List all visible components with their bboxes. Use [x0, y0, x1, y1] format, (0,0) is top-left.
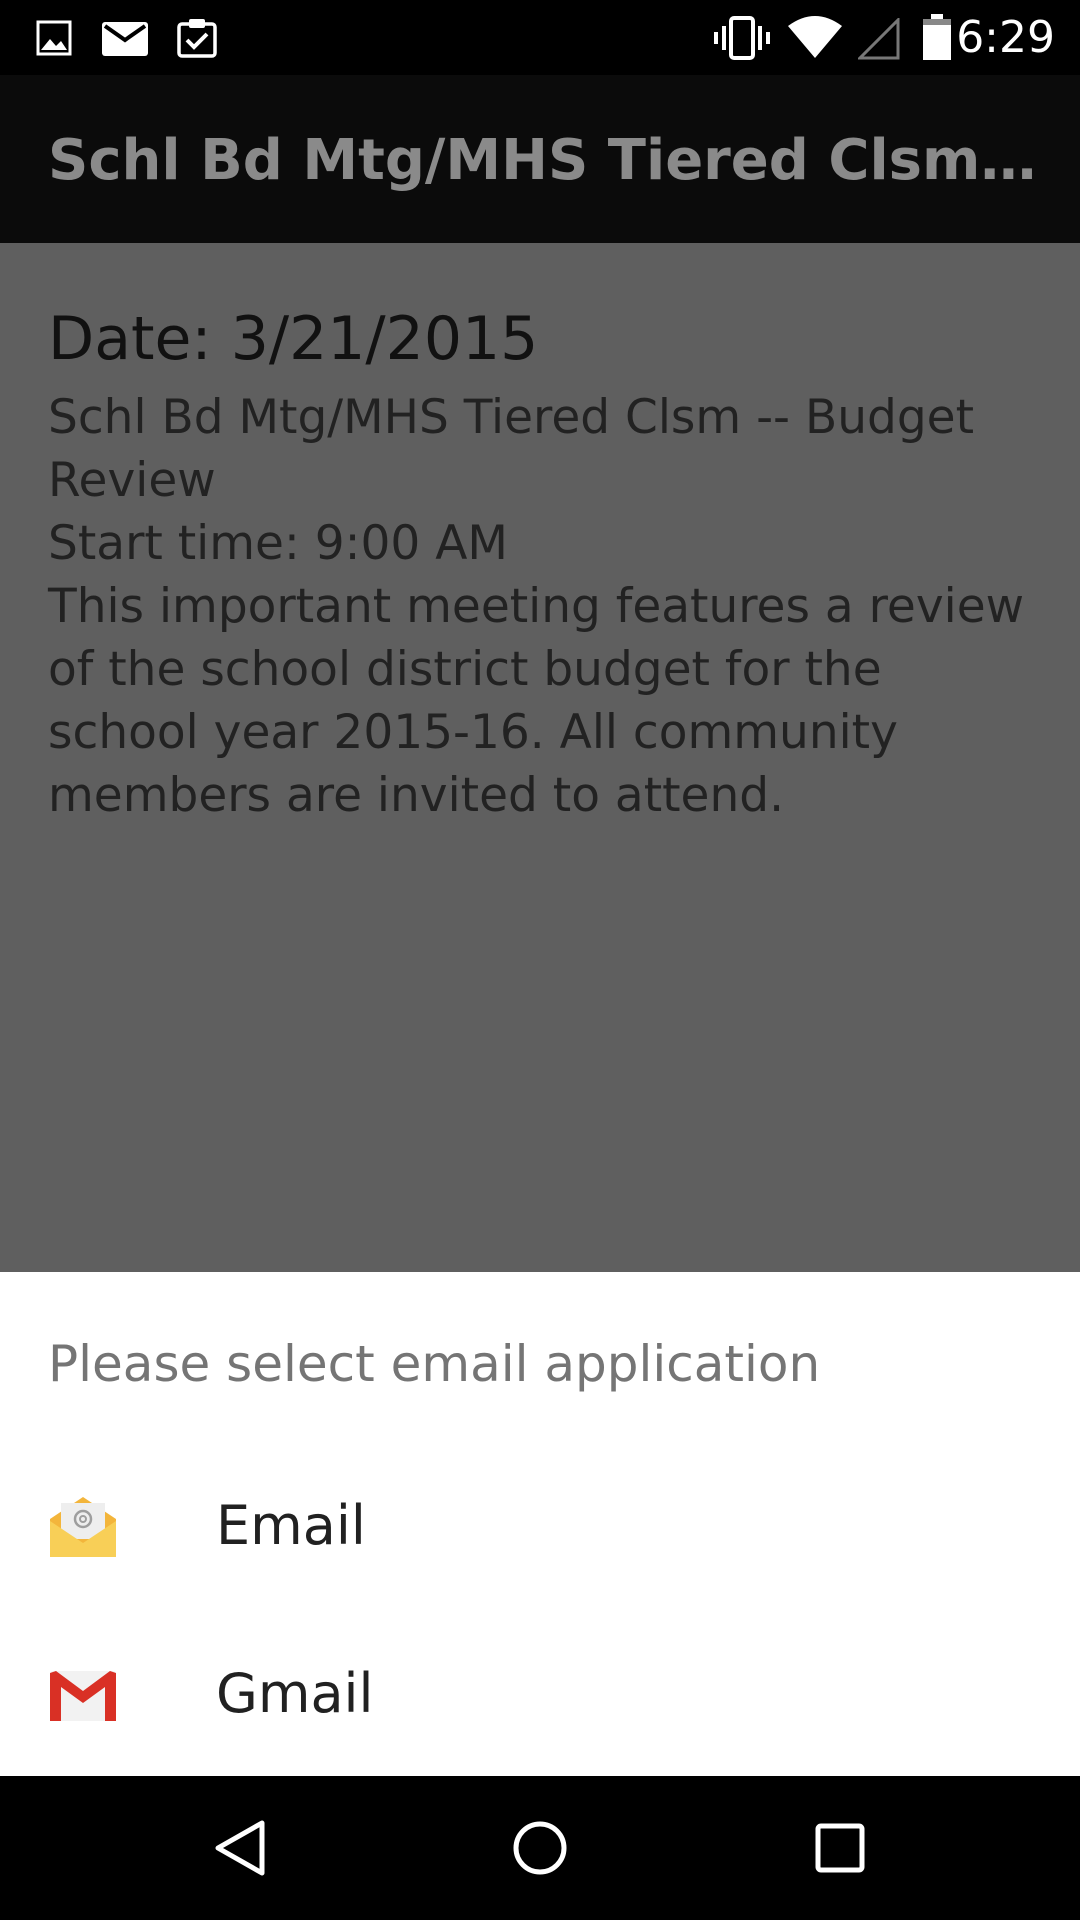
chooser-title: Please select email application — [48, 1335, 821, 1393]
option-label-gmail: Gmail — [216, 1662, 374, 1725]
event-description: This important meeting features a review… — [48, 579, 1025, 823]
navigation-bar — [0, 1776, 1080, 1920]
event-date: Date: 3/21/2015 — [48, 304, 539, 374]
app-bar: Schl Bd Mtg/MHS Tiered Clsm -- Budget Re… — [0, 75, 1080, 243]
image-icon — [36, 20, 72, 61]
cell-signal-icon — [856, 16, 900, 65]
back-button[interactable] — [150, 1776, 330, 1920]
mail-icon — [102, 22, 148, 61]
option-label-email: Email — [216, 1494, 366, 1557]
clipboard-check-icon — [176, 16, 218, 63]
home-button[interactable] — [450, 1776, 630, 1920]
chooser-option-gmail[interactable]: Gmail — [0, 1610, 1080, 1778]
gmail-icon — [48, 1659, 118, 1729]
email-app-chooser: Please select email application Email Gm… — [0, 1272, 1080, 1776]
chooser-option-email[interactable]: Email — [0, 1442, 1080, 1610]
screen: 6:29 Schl Bd Mtg/MHS Tiered Clsm -- Budg… — [0, 0, 1080, 1920]
email-app-icon — [48, 1491, 118, 1561]
status-time: 6:29 — [956, 12, 1055, 63]
event-start-time: Start time: 9:00 AM — [48, 516, 508, 571]
status-bar: 6:29 — [0, 0, 1080, 75]
event-details: Date: 3/21/2015 Schl Bd Mtg/MHS Tiered C… — [0, 243, 1080, 1272]
battery-icon — [922, 14, 952, 65]
app-title: Schl Bd Mtg/MHS Tiered Clsm -- Budget Re… — [48, 128, 1048, 193]
event-title: Schl Bd Mtg/MHS Tiered Clsm -- Budget Re… — [48, 390, 975, 508]
recents-button[interactable] — [750, 1776, 930, 1920]
wifi-icon — [786, 16, 844, 65]
vibrate-icon — [714, 16, 770, 65]
event-body: Schl Bd Mtg/MHS Tiered Clsm -- Budget Re… — [48, 386, 1038, 827]
